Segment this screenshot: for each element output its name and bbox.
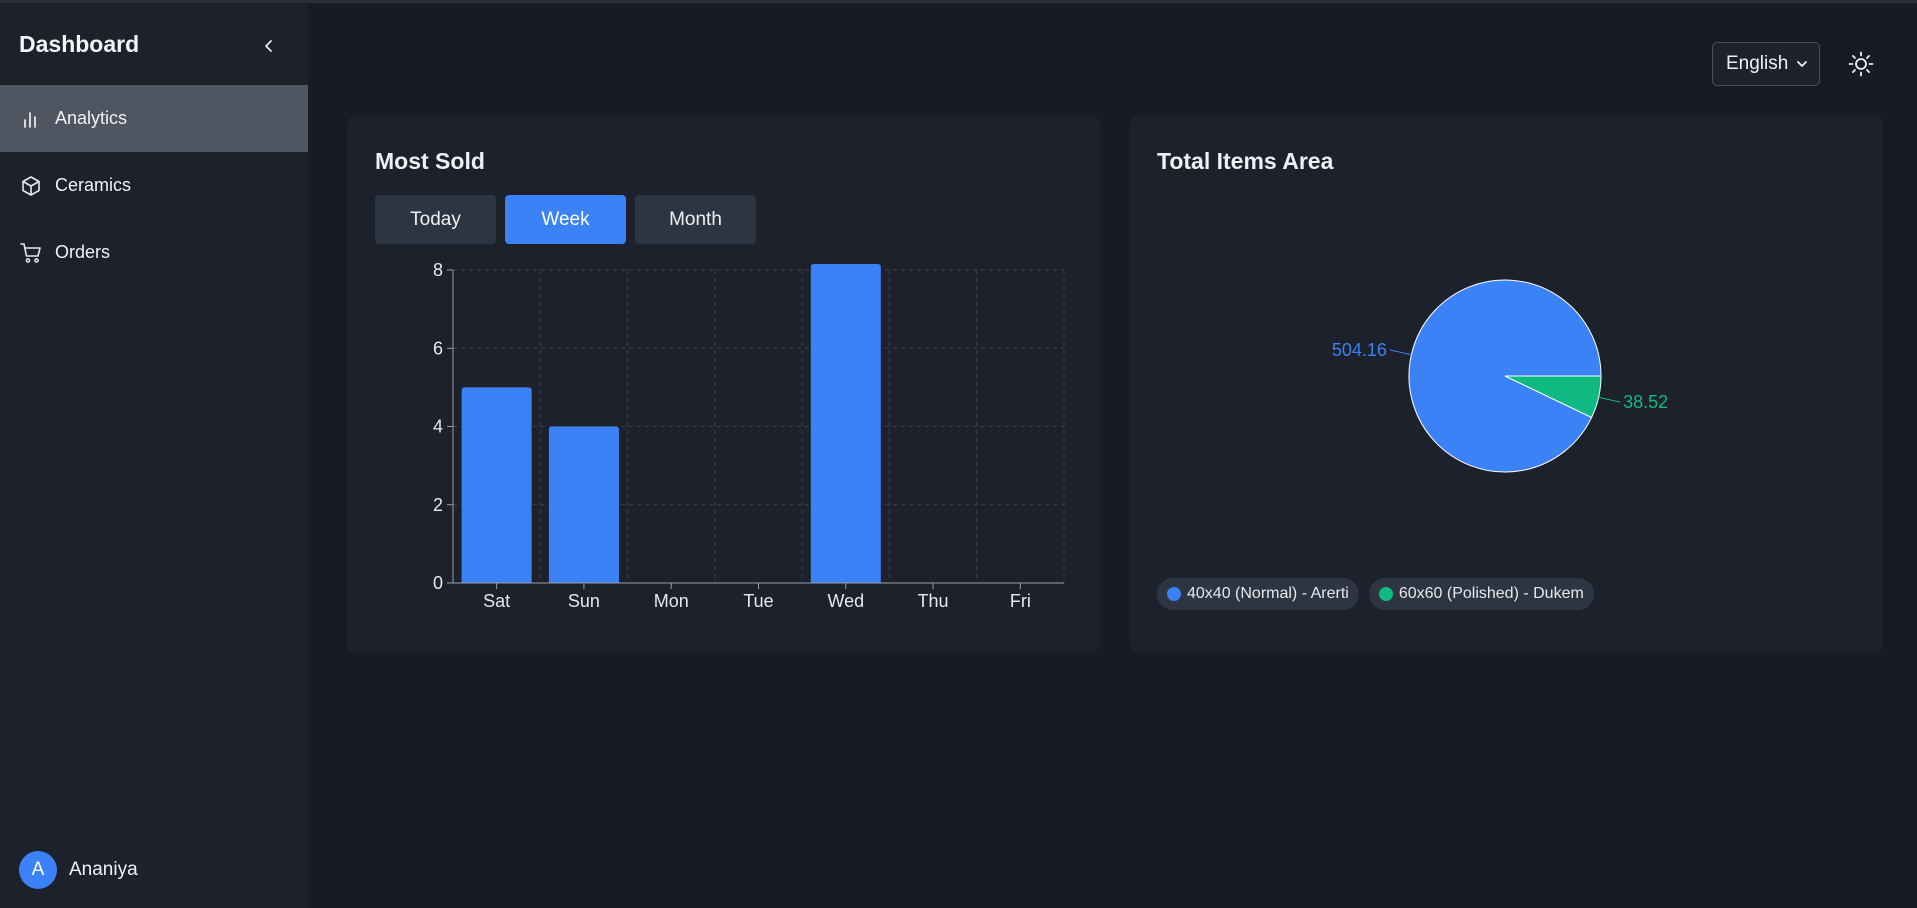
theme-toggle-button[interactable] xyxy=(1846,49,1876,79)
pie-value-label: 504.16 xyxy=(1332,340,1387,360)
x-tick-label: Sun xyxy=(568,591,600,611)
x-tick-label: Sat xyxy=(483,591,510,611)
y-tick-label: 0 xyxy=(433,573,443,593)
sidebar-item-orders[interactable]: Orders xyxy=(0,219,308,286)
bar[interactable] xyxy=(810,264,881,583)
y-tick-label: 4 xyxy=(433,417,443,437)
sidebar-item-label: Ceramics xyxy=(55,175,132,195)
sidebar-item-label: Orders xyxy=(55,242,111,262)
user-profile[interactable]: A Ananiya xyxy=(19,851,138,889)
chart-grid xyxy=(453,269,1065,583)
user-name: Ananiya xyxy=(69,859,138,880)
pie-label-line xyxy=(1389,349,1412,356)
legend-label: 60x60 (Polished) - Dukem xyxy=(1398,585,1584,602)
y-tick-label: 2 xyxy=(433,495,443,515)
language-value: English xyxy=(1726,53,1789,74)
x-tick-label: Mon xyxy=(654,591,689,611)
cart-icon xyxy=(19,241,43,265)
bar-chart-icon xyxy=(19,107,43,131)
sidebar-item-ceramics[interactable]: Ceramics xyxy=(0,152,308,219)
language-select[interactable]: English xyxy=(1712,42,1820,86)
chevron-left-icon xyxy=(265,40,272,52)
box-icon xyxy=(19,174,43,198)
sidebar-nav: Analytics Ceramics Orders xyxy=(0,85,308,286)
legend-dot-icon xyxy=(1378,587,1393,601)
legend-item[interactable]: 40x40 (Normal) - Arerti xyxy=(1157,578,1359,610)
sidebar: Dashboard Analytics Ceramics Orders A An… xyxy=(0,3,308,908)
x-tick-label: Fri xyxy=(1010,591,1031,611)
most-sold-bar-chart: 0 2 4 6 8 Sat Sun Mon Tue Wed Thu Fri xyxy=(433,260,1065,611)
chevron-down-icon xyxy=(1797,61,1808,67)
y-tick-label: 8 xyxy=(433,260,443,280)
sun-icon xyxy=(1848,51,1874,77)
total-items-area-card: Total Items Area 504.16 38.52 40x40 (Norm… xyxy=(1129,116,1883,653)
legend-item[interactable]: 60x60 (Polished) - Dukem xyxy=(1368,578,1594,610)
total-items-pie-chart: 504.16 38.52 xyxy=(1332,279,1668,473)
bar[interactable] xyxy=(548,426,619,584)
x-tick-label: Wed xyxy=(827,591,864,611)
legend-label: 40x40 (Normal) - Arerti xyxy=(1187,585,1349,602)
pie-value-label: 38.52 xyxy=(1623,392,1668,412)
pie-label-line xyxy=(1598,396,1621,403)
bar[interactable] xyxy=(461,387,532,583)
collapse-sidebar-button[interactable] xyxy=(258,35,280,57)
legend-dot-icon xyxy=(1167,587,1181,601)
avatar: A xyxy=(19,851,57,889)
app-title: Dashboard xyxy=(19,31,140,57)
sidebar-item-analytics[interactable]: Analytics xyxy=(0,85,308,152)
sidebar-item-label: Analytics xyxy=(55,108,128,128)
pie-legend: 40x40 (Normal) - Arerti 60x60 (Polished)… xyxy=(1157,578,1594,610)
x-tick-label: Thu xyxy=(918,591,949,611)
y-tick-label: 6 xyxy=(433,338,443,358)
x-tick-label: Tue xyxy=(743,591,773,611)
most-sold-card: Most Sold Today Week Month 0 2 4 6 8 Sat Sun Mo… xyxy=(347,116,1100,653)
